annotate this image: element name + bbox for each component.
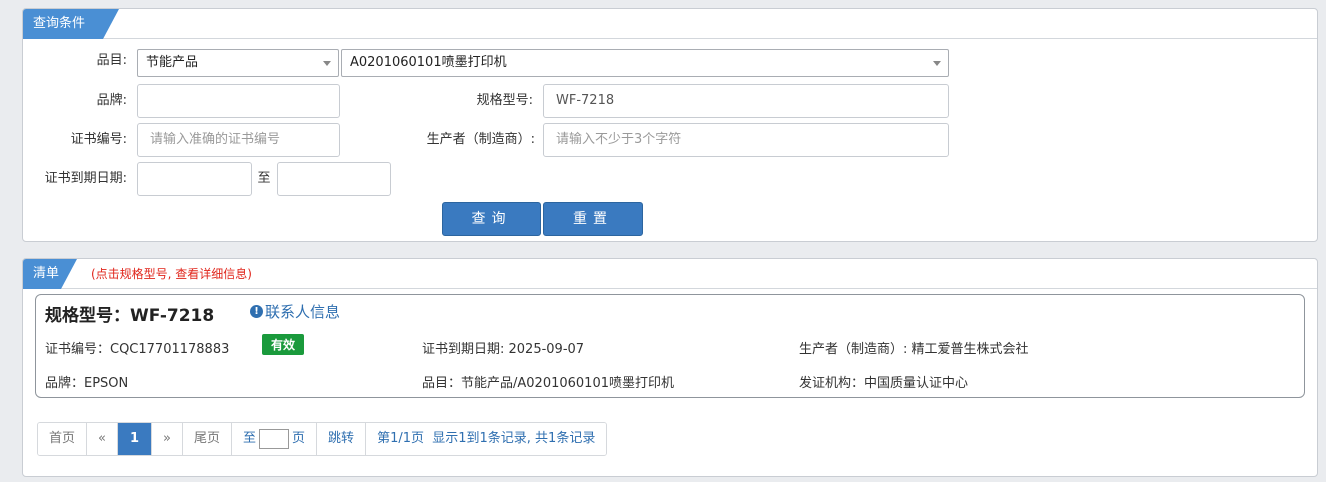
category-label: 品目: (96, 53, 127, 68)
reset-button[interactable]: 重置 (543, 202, 643, 236)
cert-no-label: 证书编号: (70, 132, 127, 147)
query-panel: 查询条件 品目: 节能产品 A0201060101喷墨打印机 品牌: 规格型号:… (22, 8, 1318, 242)
subcategory-select-value: A0201060101喷墨打印机 (350, 55, 507, 70)
query-panel-header: 查询条件 (23, 9, 1317, 39)
next-page-button[interactable]: » (152, 423, 183, 455)
page-summary: 第1/1页 显示1到1条记录, 共1条记录 (366, 423, 607, 455)
maker-input[interactable]: 请输入不少于3个字符 (543, 123, 949, 157)
cert-no-value: 证书编号：CQC17701178883 (45, 342, 230, 357)
result-card: 规格型号：WF-7218 ! 联系人信息 证书编号：CQC17701178883… (35, 294, 1305, 398)
category-select-value: 节能产品 (146, 55, 199, 70)
chevron-down-icon (933, 61, 941, 66)
expire-date-from-input[interactable] (137, 162, 252, 196)
model-input[interactable]: WF-7218 (543, 84, 949, 118)
subcategory-select[interactable]: A0201060101喷墨打印机 (341, 49, 949, 77)
expire-date-to-label: 至 (257, 171, 271, 186)
goto-prefix: 至 (243, 431, 257, 446)
brand-label: 品牌: (96, 93, 127, 108)
prev-page-button[interactable]: « (87, 423, 118, 455)
model-title-link[interactable]: 规格型号：WF-7218 (45, 301, 214, 326)
page-1-button[interactable]: 1 (117, 423, 153, 455)
list-hint: (点击规格型号, 查看详细信息) (91, 267, 252, 281)
expire-date-value: 证书到期日期: 2025-09-07 (422, 342, 585, 357)
goto-page-input[interactable] (259, 428, 290, 449)
last-page-button[interactable]: 尾页 (183, 423, 233, 455)
contact-info-link[interactable]: ! 联系人信息 (250, 301, 340, 322)
brand-value: 品牌：EPSON (45, 376, 129, 391)
cert-no-input[interactable]: 请输入准确的证书编号 (137, 123, 340, 157)
goto-page-group: 至页 (232, 423, 318, 455)
list-panel-tab: 清单 (23, 259, 77, 289)
brand-input[interactable] (137, 84, 340, 118)
list-panel: 清单 (点击规格型号, 查看详细信息) 规格型号：WF-7218 ! 联系人信息… (22, 258, 1318, 477)
contact-info-label: 联系人信息 (265, 303, 341, 321)
info-icon: ! (250, 305, 263, 318)
status-badge: 有效 (262, 334, 305, 355)
first-page-button[interactable]: 首页 (38, 423, 88, 455)
expire-date-label: 证书到期日期: (44, 171, 127, 186)
goto-suffix: 页 (292, 431, 306, 446)
category-select[interactable]: 节能产品 (137, 49, 339, 77)
model-label: 规格型号: (476, 93, 533, 108)
pagination: 首页 « 1 » 尾页 至页 跳转 第1/1页 显示1到1条记录, 共1条记录 (37, 422, 608, 456)
chevron-down-icon (323, 61, 331, 66)
maker-label: 生产者（制造商）: (426, 132, 535, 147)
search-button[interactable]: 查询 (442, 202, 541, 236)
maker-value: 生产者（制造商）: 精工爱普生株式会社 (799, 342, 1029, 357)
list-panel-header: 清单 (点击规格型号, 查看详细信息) (23, 259, 1317, 289)
category-value: 品目：节能产品/A0201060101喷墨打印机 (422, 376, 674, 391)
query-panel-tab: 查询条件 (23, 9, 119, 39)
jump-button[interactable]: 跳转 (317, 423, 367, 455)
expire-date-to-input[interactable] (277, 162, 391, 196)
issuer-value: 发证机构：中国质量认证中心 (799, 376, 969, 391)
